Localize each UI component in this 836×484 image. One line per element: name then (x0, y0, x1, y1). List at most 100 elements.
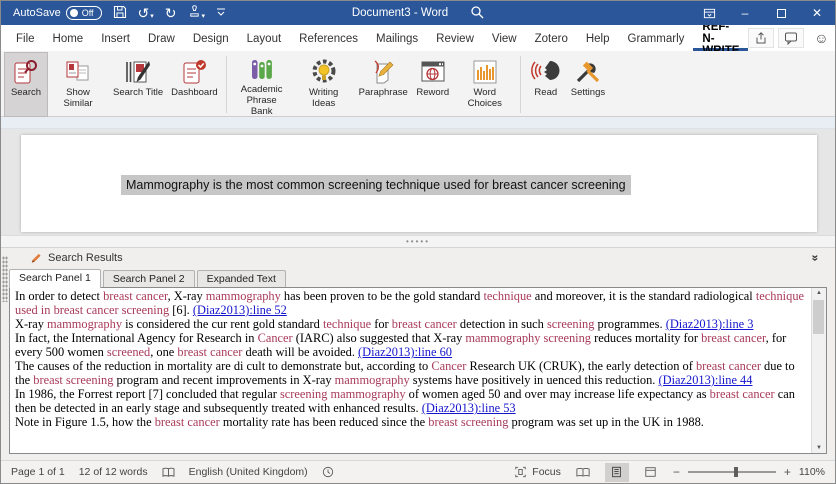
zoom-controls: − + 110% (673, 465, 825, 479)
citation-link[interactable]: (Diaz2013):line 44 (659, 373, 753, 387)
search-results-panel: Search Results » Search Panel 1 Search Pa… (1, 248, 835, 460)
undo-button[interactable]: ↺▾ (138, 6, 154, 21)
ribbon-group-separator (519, 56, 521, 113)
result-paragraph: In order to detect breast cancer, X-ray … (15, 289, 805, 317)
menu-tab-draw[interactable]: Draw (139, 25, 184, 51)
feedback-button[interactable]: ☺ (808, 28, 834, 48)
ribbon-search-button[interactable]: Search (4, 52, 48, 117)
citation-link[interactable]: (Diaz2013):line 52 (193, 303, 287, 317)
menu-tab-mailings[interactable]: Mailings (367, 25, 427, 51)
menu-tab-design[interactable]: Design (184, 25, 238, 51)
redo-icon: ↻ (164, 4, 177, 21)
panel-drag-handle[interactable] (2, 256, 8, 302)
zoom-slider-thumb[interactable] (733, 467, 738, 477)
accessibility-button[interactable] (322, 466, 334, 478)
zoom-level[interactable]: 110% (799, 466, 825, 478)
result-text: Research UK (CRUK), the early detection … (466, 359, 696, 374)
autosave-toggle[interactable]: AutoSave Off (13, 6, 102, 20)
autosave-pill[interactable]: Off (65, 6, 102, 20)
citation-link[interactable]: (Diaz2013):line 53 (422, 401, 516, 415)
panel-tab-search-panel-1[interactable]: Search Panel 1 (9, 269, 101, 288)
focus-icon (515, 466, 526, 478)
scrollbar-thumb[interactable] (813, 300, 824, 334)
menu-right-buttons: ☺ (748, 25, 836, 51)
menu-tab-file[interactable]: File (7, 25, 44, 51)
ribbon-tab-bar: File Home Insert Draw Design Layout References… (1, 21, 836, 57)
ribbon-display-options-button[interactable] (691, 1, 727, 25)
scroll-up-icon[interactable]: ▲ (816, 290, 822, 296)
accessibility-icon (322, 466, 333, 478)
keyword-highlight: screened (106, 345, 151, 360)
maximize-button[interactable] (763, 1, 799, 25)
panel-tab-search-panel-2[interactable]: Search Panel 2 (102, 270, 195, 287)
proofing-button[interactable] (162, 467, 175, 478)
customize-qat-icon (217, 8, 226, 16)
result-text: [6]. (169, 303, 193, 318)
page-indicator[interactable]: Page 1 of 1 (11, 466, 65, 478)
ref-n-write-ribbon: Search Show Similar Search Title Dashboa… (1, 51, 835, 117)
ribbon-search-title-button[interactable]: Search Title (109, 53, 167, 116)
ribbon-paraphrase-button[interactable]: Paraphrase (355, 53, 412, 116)
zoom-slider[interactable] (687, 467, 776, 477)
menu-tab-grammarly[interactable]: Grammarly (619, 25, 694, 51)
ribbon-read-button[interactable]: Read (525, 53, 567, 116)
result-text: programmes. (594, 317, 666, 332)
menu-tab-references[interactable]: References (290, 25, 367, 51)
customize-qat-button[interactable] (216, 7, 226, 20)
word-count[interactable]: 12 of 12 words (79, 466, 148, 478)
ribbon-writing-ideas-button[interactable]: Writing Ideas (293, 53, 355, 116)
panel-splitter-handle[interactable] (1, 235, 835, 248)
ribbon-show-similar-button[interactable]: Show Similar (47, 53, 109, 116)
ribbon-button-label: Search (10, 87, 42, 98)
language-indicator[interactable]: English (United Kingdom) (189, 466, 308, 478)
result-text: mortality rate has been reduced since th… (219, 415, 429, 430)
ribbon-word-choices-button[interactable]: Word Choices (454, 53, 516, 116)
collapse-panel-icon[interactable]: » (809, 255, 823, 262)
result-text: (IARC) also suggested that X-ray (292, 331, 466, 346)
share-button[interactable] (748, 28, 775, 48)
read-mode-button[interactable] (571, 463, 595, 482)
menu-tab-layout[interactable]: Layout (238, 25, 291, 51)
ribbon-settings-button[interactable]: Settings (567, 53, 609, 116)
menu-tab-insert[interactable]: Insert (92, 25, 139, 51)
menu-tab-zotero[interactable]: Zotero (526, 25, 577, 51)
zoom-in-button[interactable]: + (784, 465, 791, 479)
ribbon-academic-phrase-bank-button[interactable]: Academic Phrase Bank (231, 53, 293, 117)
menu-tab-help[interactable]: Help (577, 25, 619, 51)
keyword-highlight: Cancer (431, 359, 467, 374)
ribbon-dashboard-button[interactable]: Dashboard (167, 53, 221, 116)
menu-tab-ref-n-write[interactable]: REF-N-WRITE (693, 21, 749, 57)
menu-tab-review[interactable]: Review (427, 25, 483, 51)
window-controls: – ✕ (691, 1, 835, 25)
print-layout-button[interactable] (604, 462, 629, 482)
save-icon (113, 5, 126, 18)
close-button[interactable]: ✕ (799, 1, 835, 25)
result-text: Note in Figure 1.5, how the (15, 415, 155, 430)
zoom-out-button[interactable]: − (673, 465, 680, 479)
result-text: , one (150, 345, 178, 360)
redo-button[interactable]: ↻ (165, 6, 177, 21)
result-paragraph: Note in Figure 1.5, how the breast cance… (15, 415, 805, 429)
keyword-highlight: technique (322, 317, 372, 332)
document-page[interactable]: Mammography is the most common screening… (21, 135, 817, 232)
save-button[interactable] (113, 5, 127, 22)
result-text: and moreover, it is the standard radiolo… (531, 289, 756, 303)
panel-tab-expanded-text[interactable]: Expanded Text (196, 270, 286, 287)
web-layout-button[interactable] (639, 463, 663, 482)
citation-link[interactable]: (Diaz2013):line 3 (666, 317, 754, 331)
menu-tab-view[interactable]: View (483, 25, 526, 51)
menu-tab-home[interactable]: Home (44, 25, 93, 51)
scroll-down-icon[interactable]: ▼ (816, 445, 822, 451)
focus-mode-button[interactable]: Focus (514, 466, 561, 478)
minimize-button[interactable]: – (727, 1, 763, 25)
ribbon-reword-button[interactable]: Reword (412, 53, 454, 116)
panel-tabs: Search Panel 1 Search Panel 2 Expanded Tex… (1, 268, 835, 288)
gear-lightbulb-icon (310, 56, 338, 87)
titlebar-search-button[interactable] (470, 5, 484, 22)
comments-button[interactable] (778, 28, 805, 48)
touch-mode-button[interactable]: ▾ (188, 5, 205, 21)
title-bar: AutoSave Off ↺▾ ↻ ▾ Document3 - Word – ✕ (1, 1, 835, 25)
print-layout-icon (612, 466, 622, 478)
citation-link[interactable]: (Diaz2013):line 60 (358, 345, 452, 359)
selected-sentence[interactable]: Mammography is the most common screening… (121, 175, 631, 195)
